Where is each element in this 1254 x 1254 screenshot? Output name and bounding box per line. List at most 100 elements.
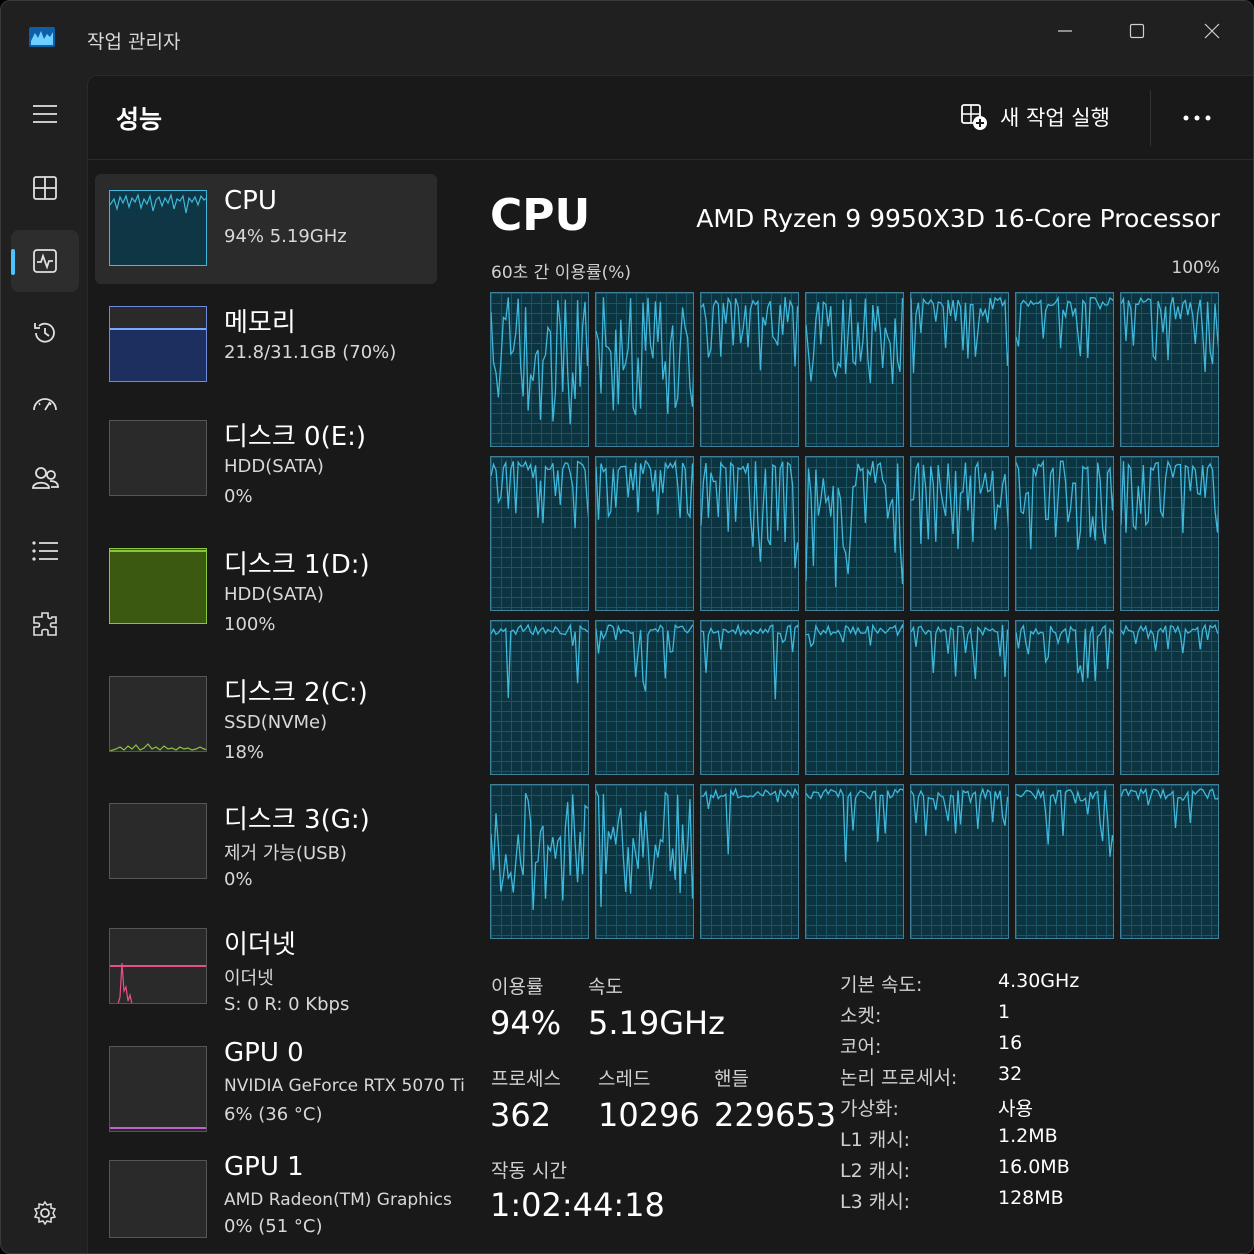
device-name: CPU (224, 186, 277, 216)
device-stat: 94% 5.19GHz (224, 226, 347, 247)
disk0-thumbnail-graph (109, 420, 207, 496)
logical-processor-graph (910, 620, 1009, 775)
logical-processor-graph (490, 620, 589, 775)
nav-menu-button[interactable] (11, 83, 79, 145)
logical-processor-graph (700, 620, 799, 775)
spec-value: 128MB (998, 1187, 1064, 1209)
logical-processor-graph (805, 620, 904, 775)
close-button[interactable] (1186, 13, 1238, 49)
device-type: 이더넷 (224, 968, 274, 989)
device-type: SSD(NVMe) (224, 712, 328, 733)
nav-details[interactable] (11, 520, 79, 582)
maximize-button[interactable] (1111, 13, 1163, 49)
device-stat: 21.8/31.1GB (70%) (224, 342, 397, 363)
cpu-model-name: AMD Ryzen 9 9950X3D 16-Core Processor (696, 204, 1220, 233)
spec-label: 소켓: (840, 1005, 882, 1027)
device-gpu-1[interactable]: GPU 1 AMD Radeon(TM) Graphics 0% (51 °C) (95, 1140, 452, 1250)
device-disk-3[interactable]: 디스크 3(G:) 제거 가능(USB) 0% (95, 787, 437, 897)
device-name: 이더넷 (224, 930, 296, 960)
performance-icon (33, 249, 57, 273)
detail-title: CPU (490, 190, 591, 241)
minimize-button[interactable] (1039, 13, 1091, 49)
cpu-thumbnail-graph (109, 190, 207, 266)
content-header: 성능 새 작업 실행 (88, 76, 1253, 160)
page-title: 성능 (116, 105, 163, 134)
run-new-task-label: 새 작업 실행 (1000, 106, 1110, 130)
gpu0-thumbnail-graph (109, 1046, 207, 1132)
nav-app-history[interactable] (11, 302, 79, 364)
spec-value: 16.0MB (998, 1156, 1070, 1178)
disk2-thumbnail-graph (109, 676, 207, 752)
device-stat: 0% (224, 486, 253, 507)
spec-label: L2 캐시: (840, 1160, 911, 1182)
device-type: 제거 가능(USB) (224, 843, 347, 864)
device-disk-2[interactable]: 디스크 2(C:) SSD(NVMe) 18% (95, 660, 437, 770)
logical-processor-graph-grid (490, 292, 1220, 940)
logical-processor-graph (595, 784, 694, 939)
logical-processor-graph (490, 784, 589, 939)
nav-processes[interactable] (11, 157, 79, 219)
device-memory[interactable]: 메모리 21.8/31.1GB (70%) (95, 290, 437, 400)
nav-performance[interactable] (11, 230, 79, 292)
settings-button[interactable] (27, 1195, 63, 1231)
device-cpu[interactable]: CPU 94% 5.19GHz (95, 174, 437, 284)
device-stat: S: 0 R: 0 Kbps (224, 994, 350, 1015)
processes-value: 362 (490, 1096, 552, 1134)
logical-processor-graph (805, 292, 904, 447)
startup-icon (33, 398, 57, 411)
logical-processor-graph (1015, 292, 1114, 447)
logical-processor-graph (700, 292, 799, 447)
speed-label: 속도 (588, 976, 623, 998)
logical-processor-graph (1015, 620, 1114, 775)
header-separator (1150, 90, 1151, 146)
logical-processor-graph (805, 784, 904, 939)
utilization-graph-max: 100% (1171, 258, 1220, 278)
device-type: HDD(SATA) (224, 456, 324, 477)
logical-processor-graph (1120, 620, 1219, 775)
spec-value: 4.30GHz (998, 970, 1080, 992)
utilization-graph-label: 60초 간 이용률(%) (491, 263, 632, 283)
nav-startup-apps[interactable] (11, 375, 79, 437)
device-gpu-0[interactable]: GPU 0 NVIDIA GeForce RTX 5070 Ti 6% (36 … (95, 1026, 465, 1136)
run-new-task-icon (961, 104, 987, 130)
gpu1-thumbnail-graph (109, 1160, 207, 1238)
spec-value: 32 (998, 1063, 1023, 1085)
run-new-task-button[interactable]: 새 작업 실행 (960, 100, 1110, 134)
spec-label: L1 캐시: (840, 1129, 911, 1151)
logical-processor-graph (490, 292, 589, 447)
close-icon (1204, 23, 1220, 39)
content-area: 성능 새 작업 실행 CPU 94% 5.19GHz 메모리 21.8/31.1… (87, 75, 1253, 1253)
logical-processor-graph (910, 784, 1009, 939)
device-type: HDD(SATA) (224, 584, 324, 605)
device-name: 디스크 1(D:) (224, 550, 370, 580)
navigation-rail (1, 75, 87, 1253)
device-name: GPU 0 (224, 1038, 304, 1068)
logical-processor-graph (595, 456, 694, 611)
maximize-icon (1129, 23, 1145, 39)
threads-label: 스레드 (598, 1068, 651, 1090)
device-stat: 0% (51 °C) (224, 1216, 323, 1237)
more-options-button[interactable] (1174, 96, 1220, 140)
processes-label: 프로세스 (491, 1068, 561, 1090)
logical-processor-graph (910, 456, 1009, 611)
device-disk-1[interactable]: 디스크 1(D:) HDD(SATA) 100% (95, 532, 437, 642)
uptime-value: 1:02:44:18 (490, 1186, 665, 1224)
handles-value: 229653 (714, 1096, 837, 1134)
memory-thumbnail-graph (109, 306, 207, 382)
nav-users[interactable] (11, 447, 79, 509)
users-icon (32, 467, 59, 489)
spec-label: L3 캐시: (840, 1191, 911, 1213)
spec-value: 1.2MB (998, 1125, 1058, 1147)
ethernet-thumbnail-graph (109, 928, 207, 1004)
device-name: 디스크 3(G:) (224, 805, 370, 835)
disk1-thumbnail-graph (109, 548, 207, 624)
services-icon (33, 612, 57, 636)
logical-processor-graph (1015, 784, 1114, 939)
nav-services[interactable] (11, 593, 79, 655)
device-disk-0[interactable]: 디스크 0(E:) HDD(SATA) 0% (95, 404, 437, 514)
spec-value: 16 (998, 1032, 1023, 1054)
device-ethernet[interactable]: 이더넷 이더넷 S: 0 R: 0 Kbps (95, 912, 437, 1022)
handles-label: 핸들 (714, 1068, 749, 1090)
logical-processor-graph (595, 620, 694, 775)
device-stat: 100% (224, 614, 276, 635)
